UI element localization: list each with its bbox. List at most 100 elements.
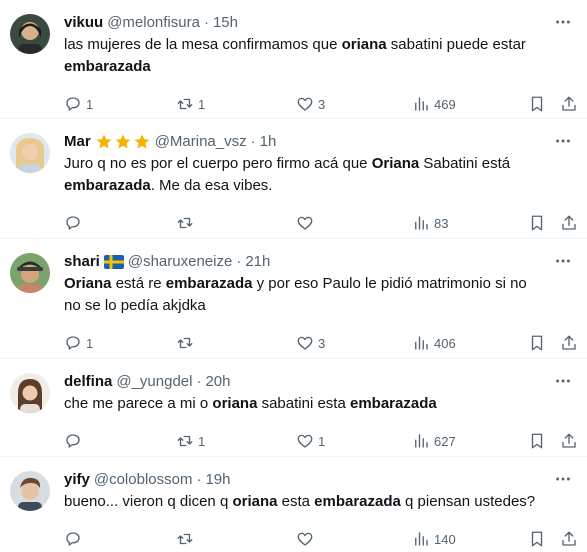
share-button[interactable]	[560, 213, 578, 233]
heart-icon	[297, 97, 313, 111]
more-dots-icon[interactable]	[553, 131, 573, 151]
tweet[interactable]: Mar @Marina_vsz · 1h Juro q no es por el…	[0, 119, 587, 239]
display-name[interactable]: Mar	[64, 132, 91, 152]
like-button[interactable]	[296, 213, 318, 233]
view-count: 83	[434, 215, 449, 231]
separator-dot: ·	[250, 133, 256, 150]
heart-icon	[297, 434, 313, 448]
user-handle[interactable]: @Marina_vsz	[155, 132, 247, 152]
bookmark-icon	[531, 433, 543, 449]
more-dots-icon[interactable]	[553, 251, 573, 271]
reply-button[interactable]	[64, 213, 86, 233]
heart-icon	[297, 216, 313, 230]
bookmark-icon	[531, 335, 543, 351]
views-button[interactable]: 469	[412, 94, 456, 114]
share-icon	[562, 215, 576, 230]
share-button[interactable]	[560, 94, 578, 114]
avatar[interactable]	[10, 133, 50, 173]
tweet-actions: 140	[64, 517, 576, 552]
share-icon	[562, 531, 576, 546]
share-button[interactable]	[560, 529, 578, 549]
like-count: 3	[318, 335, 326, 351]
reply-button[interactable]	[64, 529, 86, 549]
display-name[interactable]: shari	[64, 252, 100, 272]
view-count: 469	[434, 96, 456, 112]
retweet-button[interactable]: 1	[176, 431, 205, 451]
tweet[interactable]: shari @sharuxeneize · 21h Oriana está re…	[0, 239, 587, 359]
retweet-icon	[177, 435, 193, 447]
tweet[interactable]: delfina @_yungdel · 20h che me parece a …	[0, 359, 587, 457]
reply-icon	[66, 434, 80, 448]
reply-button[interactable]	[64, 431, 86, 451]
avatar[interactable]	[10, 471, 50, 511]
retweet-button[interactable]	[176, 529, 198, 549]
timestamp[interactable]: 1h	[260, 132, 277, 152]
reply-button[interactable]: 1	[64, 94, 93, 114]
more-dots-icon[interactable]	[553, 371, 573, 391]
bookmark-icon	[531, 531, 543, 547]
reply-icon	[66, 216, 80, 230]
reply-button[interactable]: 1	[64, 333, 93, 353]
like-button[interactable]: 1	[296, 431, 325, 451]
bookmark-button[interactable]	[528, 529, 546, 549]
tweet[interactable]: vikuu @melonfisura · 15h las mujeres de …	[0, 0, 587, 119]
retweet-button[interactable]	[176, 333, 198, 353]
views-button[interactable]: 83	[412, 213, 448, 233]
display-name[interactable]: yify	[64, 470, 90, 490]
like-button[interactable]: 3	[296, 333, 325, 353]
reply-feed: vikuu @melonfisura · 15h las mujeres de …	[0, 0, 587, 552]
views-button[interactable]: 627	[412, 431, 456, 451]
heart-icon	[297, 532, 313, 546]
star-badge	[95, 133, 151, 151]
retweet-count: 1	[198, 96, 206, 112]
views-button[interactable]: 406	[412, 333, 456, 353]
tweet-header: delfina @_yungdel · 20h	[64, 371, 571, 393]
share-icon	[562, 96, 576, 111]
like-count: 1	[318, 433, 326, 449]
display-name[interactable]: delfina	[64, 372, 112, 392]
retweet-icon	[177, 98, 193, 110]
retweet-icon	[177, 533, 193, 545]
view-count: 627	[434, 433, 456, 449]
retweet-button[interactable]: 1	[176, 94, 205, 114]
more-dots-icon[interactable]	[553, 12, 573, 32]
heart-icon	[297, 336, 313, 350]
tweet[interactable]: yify @coloblossom · 19h bueno... vieron …	[0, 457, 587, 552]
more-dots-icon[interactable]	[553, 469, 573, 489]
reply-count: 1	[86, 96, 94, 112]
sweden-flag-icon	[103, 255, 124, 269]
display-name[interactable]: vikuu	[64, 13, 103, 33]
avatar[interactable]	[10, 14, 50, 54]
timestamp[interactable]: 21h	[245, 252, 270, 272]
like-count: 3	[318, 96, 326, 112]
timestamp[interactable]: 20h	[205, 372, 230, 392]
timestamp[interactable]: 15h	[213, 13, 238, 33]
avatar[interactable]	[10, 253, 50, 293]
share-button[interactable]	[560, 431, 578, 451]
bookmark-button[interactable]	[528, 213, 546, 233]
tweet-text: bueno... vieron q dicen q oriana esta em…	[64, 493, 536, 510]
user-handle[interactable]: @sharuxeneize	[128, 252, 232, 272]
user-handle[interactable]: @coloblossom	[94, 470, 193, 490]
tweet-header: Mar @Marina_vsz · 1h	[64, 131, 571, 153]
reply-count: 1	[86, 335, 94, 351]
views-chart-icon	[415, 434, 428, 448]
timestamp[interactable]: 19h	[205, 470, 230, 490]
like-button[interactable]: 3	[296, 94, 325, 114]
retweet-icon	[177, 337, 193, 349]
bookmark-button[interactable]	[528, 333, 546, 353]
tweet-text: che me parece a mi o oriana sabatini est…	[64, 395, 437, 412]
user-handle[interactable]: @_yungdel	[116, 372, 192, 392]
avatar[interactable]	[10, 373, 50, 413]
bookmark-button[interactable]	[528, 94, 546, 114]
bookmark-icon	[531, 96, 543, 112]
retweet-button[interactable]	[176, 213, 198, 233]
user-handle[interactable]: @melonfisura	[107, 13, 200, 33]
bookmark-button[interactable]	[528, 431, 546, 451]
tweet-header: yify @coloblossom · 19h	[64, 469, 571, 491]
share-button[interactable]	[560, 333, 578, 353]
reply-icon	[66, 97, 80, 111]
like-button[interactable]	[296, 529, 318, 549]
view-count: 406	[434, 335, 456, 351]
views-button[interactable]: 140	[412, 529, 456, 549]
